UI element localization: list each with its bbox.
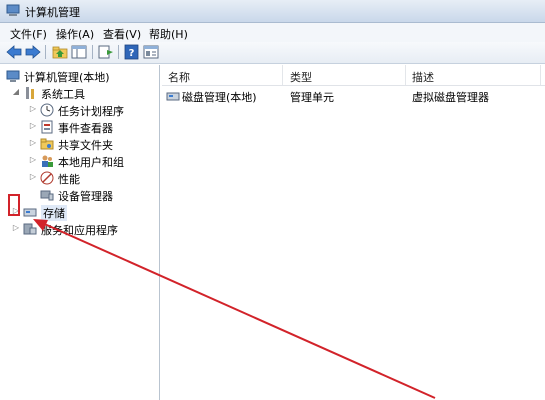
details-list: 名称 类型 描述 磁盘管理(本地) 管理单元 虚拟磁盘管理器 (162, 65, 545, 400)
title-bar: 计算机管理 (0, 0, 545, 23)
collapsed-arrow-icon[interactable]: ▷ (29, 121, 37, 131)
collapsed-arrow-icon[interactable]: ▷ (29, 172, 37, 182)
row-description: 虚拟磁盘管理器 (412, 91, 489, 104)
column-header-type[interactable]: 类型 (290, 69, 312, 85)
row-type: 管理单元 (290, 91, 334, 104)
expanded-arrow-icon[interactable]: ◢ (12, 87, 20, 97)
up-folder-icon[interactable] (51, 44, 69, 60)
column-header-name[interactable]: 名称 (168, 69, 190, 85)
tree-label-shared-folders: 共享文件夹 (58, 139, 113, 152)
toolbar: ? (0, 42, 545, 64)
column-divider[interactable] (282, 65, 283, 85)
row-name: 磁盘管理(本地) (182, 91, 257, 104)
toolbar-separator (92, 45, 93, 59)
storage-icon (23, 208, 37, 217)
collapsed-arrow-icon[interactable]: ▷ (29, 104, 37, 114)
services-icon (23, 223, 37, 235)
menu-view[interactable]: 查看(V) (101, 26, 143, 42)
navigation-tree: 计算机管理(本地) ◢ 系统工具 ▷ 任务计划程序 ▷ 事件查看器 ▷ 共享文件… (4, 65, 160, 400)
tree-label-local-users-groups: 本地用户和组 (58, 156, 124, 169)
help-icon[interactable]: ? (123, 44, 141, 60)
forward-arrow-icon[interactable] (24, 44, 42, 60)
back-arrow-icon[interactable] (5, 44, 23, 60)
clock-icon (40, 103, 54, 117)
annotation-highlight-box (8, 194, 20, 216)
svg-text:?: ? (129, 48, 135, 59)
tree-label-performance: 性能 (58, 173, 80, 186)
collapsed-arrow-icon[interactable]: ▷ (12, 223, 20, 233)
disk-management-icon (166, 92, 180, 101)
users-icon (42, 155, 53, 167)
column-divider[interactable] (540, 65, 541, 85)
tree-label-task-scheduler: 任务计划程序 (58, 105, 124, 118)
tree-label-system-tools: 系统工具 (41, 88, 85, 101)
column-header-description[interactable]: 描述 (412, 69, 434, 85)
computer-management-icon (6, 4, 20, 16)
window-title: 计算机管理 (25, 6, 80, 19)
properties-icon[interactable] (142, 44, 160, 60)
menu-action[interactable]: 操作(A) (54, 26, 96, 42)
column-divider[interactable] (405, 65, 406, 85)
collapsed-arrow-icon[interactable]: ▷ (29, 138, 37, 148)
device-manager-icon (40, 190, 54, 201)
tree-label-storage: 存储 (41, 205, 67, 221)
export-list-icon[interactable] (97, 44, 115, 60)
menu-file[interactable]: 文件(F) (8, 26, 49, 42)
performance-icon (40, 171, 54, 185)
shared-folder-icon (40, 138, 54, 150)
menu-bar: 文件(F) 操作(A) 查看(V) 帮助(H) (0, 23, 545, 42)
list-header: 名称 类型 描述 (162, 65, 545, 86)
event-log-icon (41, 120, 53, 134)
tools-icon (26, 87, 34, 99)
tree-label-device-manager: 设备管理器 (58, 190, 113, 203)
tree-label-event-viewer: 事件查看器 (58, 122, 113, 135)
toolbar-separator (118, 45, 119, 59)
computer-icon (6, 70, 20, 82)
menu-help[interactable]: 帮助(H) (147, 26, 190, 42)
tree-label-services-apps: 服务和应用程序 (41, 224, 118, 237)
toolbar-separator (45, 45, 46, 59)
collapsed-arrow-icon[interactable]: ▷ (29, 155, 37, 165)
show-hide-tree-icon[interactable] (70, 44, 88, 60)
table-row[interactable]: 磁盘管理(本地) 管理单元 虚拟磁盘管理器 (162, 87, 545, 105)
tree-label-root: 计算机管理(本地) (24, 71, 110, 84)
